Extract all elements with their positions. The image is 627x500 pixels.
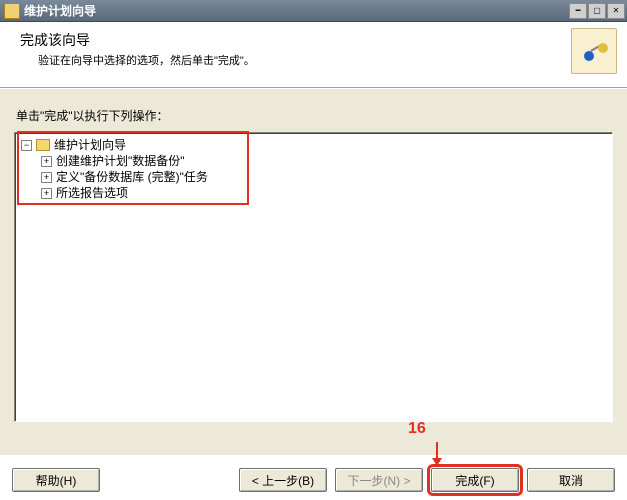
collapse-icon[interactable]: − <box>21 140 32 151</box>
tree-item-label: 所选报告选项 <box>56 185 128 201</box>
summary-panel: − 维护计划向导 + 创建维护计划"数据备份" + 定义"备份数据库 (完整)"… <box>14 132 613 422</box>
wizard-body: 单击"完成"以执行下列操作： − 维护计划向导 + 创建维护计划"数据备份" +… <box>0 89 627 455</box>
expand-icon[interactable]: + <box>41 172 52 183</box>
folder-icon <box>36 139 50 151</box>
expand-icon[interactable]: + <box>41 156 52 167</box>
help-button[interactable]: 帮助(H) <box>12 468 100 492</box>
instruction-text: 单击"完成"以执行下列操作： <box>14 89 613 132</box>
tree-item[interactable]: + 所选报告选项 <box>21 185 606 201</box>
app-icon <box>4 3 20 19</box>
annotation-number: 16 <box>408 420 426 438</box>
tree-root[interactable]: − 维护计划向导 <box>21 137 606 153</box>
title-bar: 维护计划向导 ━ ▢ ✕ <box>0 0 627 22</box>
summary-tree: − 维护计划向导 + 创建维护计划"数据备份" + 定义"备份数据库 (完整)"… <box>21 137 606 201</box>
wizard-header: 完成该向导 验证在向导中选择的选项，然后单击"完成"。 <box>0 22 627 88</box>
window-title: 维护计划向导 <box>24 2 569 19</box>
finish-button[interactable]: 完成(F) <box>431 468 519 492</box>
tree-root-label: 维护计划向导 <box>54 137 126 153</box>
tree-item-label: 定义"备份数据库 (完整)"任务 <box>56 169 208 185</box>
expand-icon[interactable]: + <box>41 188 52 199</box>
page-subtitle: 验证在向导中选择的选项，然后单击"完成"。 <box>38 52 613 68</box>
tree-item[interactable]: + 创建维护计划"数据备份" <box>21 153 606 169</box>
annotation-arrow-icon <box>436 442 438 462</box>
wizard-footer: 帮助(H) < 上一步(B) 下一步(N) > 完成(F) 取消 <box>0 468 627 492</box>
header-graphic-icon <box>571 28 617 74</box>
cancel-button[interactable]: 取消 <box>527 468 615 492</box>
window-controls: ━ ▢ ✕ <box>569 3 625 19</box>
minimize-button[interactable]: ━ <box>569 3 587 19</box>
maximize-button[interactable]: ▢ <box>588 3 606 19</box>
next-button: 下一步(N) > <box>335 468 423 492</box>
page-title: 完成该向导 <box>20 30 613 50</box>
tree-item-label: 创建维护计划"数据备份" <box>56 153 185 169</box>
back-button[interactable]: < 上一步(B) <box>239 468 327 492</box>
tree-item[interactable]: + 定义"备份数据库 (完整)"任务 <box>21 169 606 185</box>
close-button[interactable]: ✕ <box>607 3 625 19</box>
